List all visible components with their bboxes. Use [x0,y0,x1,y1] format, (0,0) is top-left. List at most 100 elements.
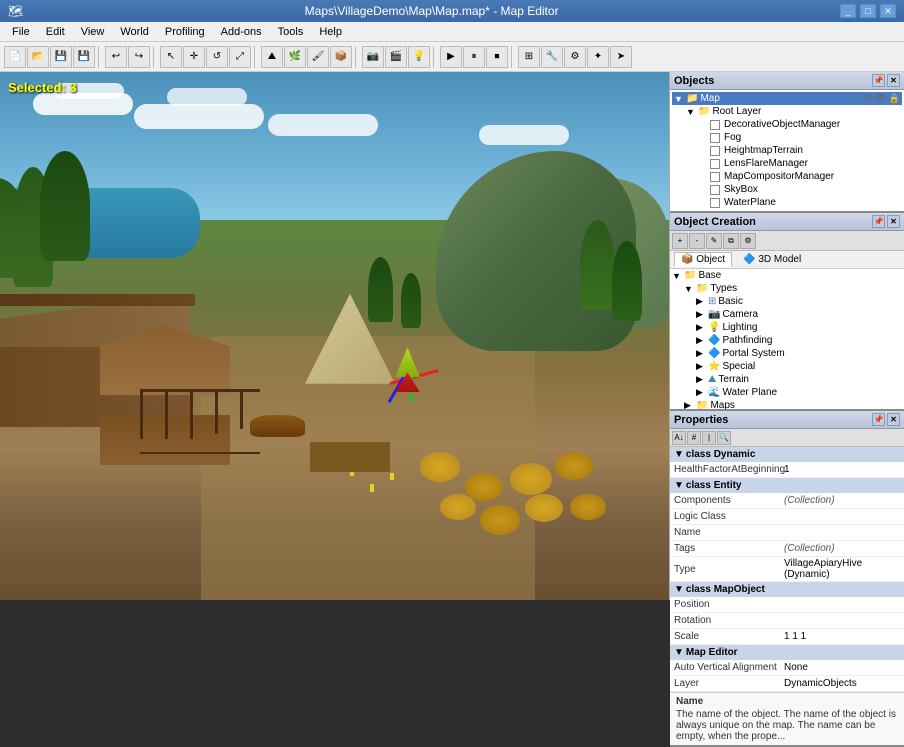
toolbar-save[interactable]: 💾 [50,46,72,68]
toolbar-misc3[interactable]: ➤ [610,46,632,68]
creation-btn-copy[interactable]: ⧉ [723,233,739,249]
creation-panel-pin[interactable]: 📌 [872,215,885,228]
prop-val-scale[interactable]: 1 1 1 [784,631,900,642]
tree-item-map[interactable]: ▼ 📁 Map 40 👁 🔒 [672,92,902,105]
menu-file[interactable]: File [4,22,38,41]
menu-addons[interactable]: Add-ons [213,22,270,41]
tree-item-pathfinding[interactable]: ▶ 🔷 Pathfinding [694,334,904,347]
minimize-button[interactable]: _ [840,4,856,18]
creation-btn-edit[interactable]: ✎ [706,233,722,249]
tree-item-basic[interactable]: ▶ ⊞ Basic [694,295,904,308]
prop-search[interactable]: 🔍 [717,431,731,445]
menu-world[interactable]: World [112,22,157,41]
section-dynamic-label: class Dynamic [686,449,756,460]
toolbar-new[interactable]: 📄 [4,46,26,68]
toolbar-pause[interactable]: ⏸ [463,46,485,68]
toggle-maps[interactable]: ▶ [684,400,694,409]
sep5 [433,46,437,68]
tree-item-portalsys[interactable]: ▶ 🔷 Portal System [694,347,904,360]
window-icon: 🗺 [8,4,23,18]
creation-btn-misc[interactable]: ⚙ [740,233,756,249]
section-mapobj-label: class MapObject [686,584,765,595]
prop-filter[interactable]: | [702,431,716,445]
section-entity-label: class Entity [686,480,742,491]
toolbar-light[interactable]: 💡 [408,46,430,68]
properties-panel-pin[interactable]: 📌 [872,413,885,426]
section-mapeditor-label: Map Editor [686,647,738,658]
toolbar-objects[interactable]: 📦 [330,46,352,68]
menu-profiling[interactable]: Profiling [157,22,213,41]
toolbar-cam2[interactable]: 🎬 [385,46,407,68]
toolbar-stop[interactable]: ⏹ [486,46,508,68]
menu-view[interactable]: View [73,22,113,41]
toolbar-scale[interactable]: ⤢ [229,46,251,68]
toggle-base[interactable]: ▼ [672,271,682,281]
close-button[interactable]: ✕ [880,4,896,18]
prop-val-comp[interactable]: (Collection) [784,495,900,506]
tab-3dmodel[interactable]: 🔷 3D Model [736,252,808,267]
creation-btn-del[interactable]: - [689,233,705,249]
tree-item-waterplane2[interactable]: ▶ 🌊 Water Plane [694,386,904,399]
toolbar-undo[interactable]: ↩ [105,46,127,68]
toolbar-rotate[interactable]: ↺ [206,46,228,68]
section-mapobj[interactable]: ▼ class MapObject [670,582,904,597]
toolbar-open[interactable]: 📂 [27,46,49,68]
toolbar-misc2[interactable]: ✦ [587,46,609,68]
tree-item-special[interactable]: ▶ ⭐ Special [694,360,904,373]
toolbar-foliage[interactable]: 🌿 [284,46,306,68]
tree-item-waterplane[interactable]: WaterPlane [696,196,902,209]
tree-item-lighting[interactable]: ▶ 💡 Lighting [694,321,904,334]
menu-help[interactable]: Help [311,22,350,41]
tree-item-decobj[interactable]: DecorativeObjectManager [696,118,902,131]
section-dynamic[interactable]: ▼ class Dynamic [670,447,904,462]
prop-val-type[interactable]: VillageApiaryHive (Dynamic) [784,558,900,580]
tree-item-maps[interactable]: ▶ 📁 Maps [682,399,904,409]
properties-panel-close[interactable]: ✕ [887,413,900,426]
prop-val-layer[interactable]: DynamicObjects [784,678,900,689]
tree-item-terrain2[interactable]: ▶ ⛰ Terrain [694,373,904,386]
prop-val-tags[interactable]: (Collection) [784,543,900,554]
viewport[interactable]: Selected: 3 [0,72,669,600]
tree-item-rootlayer[interactable]: ▼ 📁 Root Layer [684,105,902,118]
section-mapeditor[interactable]: ▼ Map Editor [670,645,904,660]
tree-toggle-map[interactable]: ▼ [674,94,684,104]
toolbar-paint[interactable]: 🖌 [307,46,329,68]
maximize-button[interactable]: □ [860,4,876,18]
tree-item-fog[interactable]: Fog [696,131,902,144]
toggle-types[interactable]: ▼ [684,284,694,294]
toolbar-select[interactable]: ↖ [160,46,182,68]
cb-lens [710,159,720,169]
toolbar-move[interactable]: ✛ [183,46,205,68]
prop-val-autovert[interactable]: None [784,662,900,673]
cb-fog [710,133,720,143]
tree-item-camera[interactable]: ▶ 📷 Camera [694,308,904,321]
toolbar-snap[interactable]: 🔧 [541,46,563,68]
tab-object[interactable]: 📦 Object [674,252,732,267]
objects-panel-pin[interactable]: 📌 [872,74,885,87]
tree-item-types[interactable]: ▼ 📁 Types [682,282,904,295]
tree-item-skybox[interactable]: SkyBox [696,183,902,196]
tree-item-lens[interactable]: LensFlareManager [696,157,902,170]
fence-v3 [190,389,193,439]
creation-panel-close[interactable]: ✕ [887,215,900,228]
tree-item-mapcomp[interactable]: MapCompositorManager [696,170,902,183]
section-entity[interactable]: ▼ class Entity [670,478,904,493]
toolbar-misc1[interactable]: ⚙ [564,46,586,68]
menu-edit[interactable]: Edit [38,22,73,41]
toolbar-grid[interactable]: ⊞ [518,46,540,68]
tree-item-base[interactable]: ▼ 📁 Base [670,269,904,282]
toolbar-save-all[interactable]: 💾 [73,46,95,68]
tree-toggle-rl[interactable]: ▼ [686,107,696,117]
prop-sort-alpha[interactable]: A↓ [672,431,686,445]
objects-panel-close[interactable]: ✕ [887,74,900,87]
prop-val-health[interactable]: 1 [784,464,900,475]
menu-tools[interactable]: Tools [270,22,312,41]
objects-panel-controls: 📌 ✕ [872,74,900,87]
toolbar-cam1[interactable]: 📷 [362,46,384,68]
toolbar-redo[interactable]: ↪ [128,46,150,68]
toolbar-terrain[interactable]: ⛰ [261,46,283,68]
creation-btn-add[interactable]: + [672,233,688,249]
toolbar-play[interactable]: ▶ [440,46,462,68]
prop-sort-cat[interactable]: # [687,431,701,445]
tree-item-terrain[interactable]: HeightmapTerrain [696,144,902,157]
